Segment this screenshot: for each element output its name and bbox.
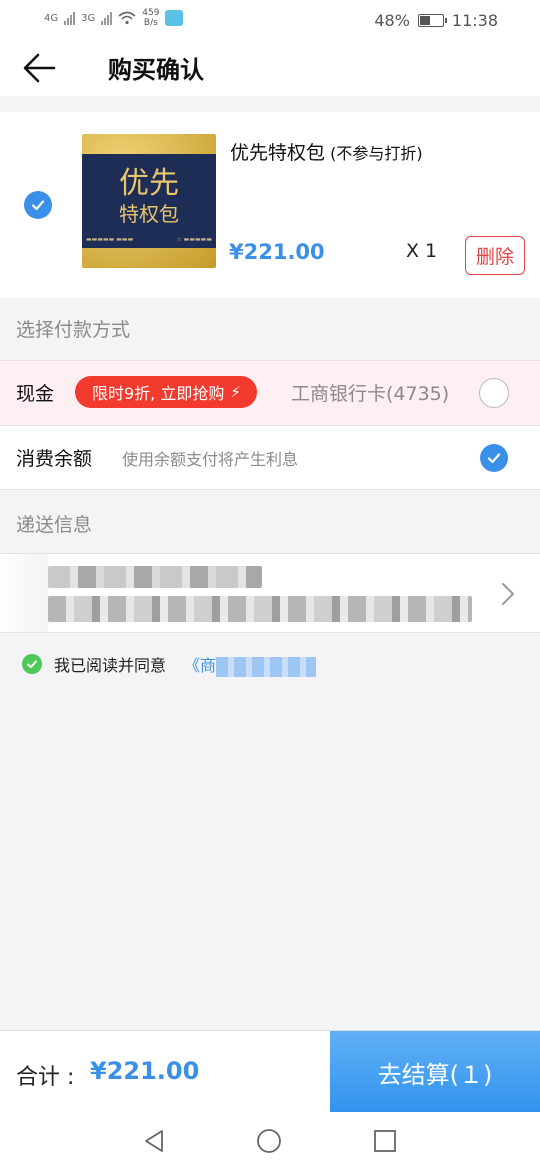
bank-card-radio[interactable] bbox=[479, 378, 509, 408]
product-price: ¥221.00 bbox=[229, 240, 325, 264]
promo-badge[interactable]: 限时9折, 立即抢购 ⚡ bbox=[75, 376, 257, 408]
address-name-redacted bbox=[48, 566, 262, 588]
agreement-link-text: 《商 bbox=[184, 656, 217, 675]
product-select-checkbox[interactable] bbox=[24, 191, 52, 219]
page-title: 购买确认 bbox=[108, 56, 204, 84]
back-button[interactable] bbox=[20, 48, 62, 88]
signal-icon bbox=[64, 11, 76, 25]
check-icon bbox=[31, 200, 45, 211]
system-nav-bar bbox=[0, 1112, 540, 1170]
payment-option-cash[interactable]: 现金 限时9折, 立即抢购 ⚡ 工商银行卡(4735) bbox=[0, 360, 540, 426]
battery-percent: 48% bbox=[374, 11, 410, 30]
bank-card-label: 工商银行卡(4735) bbox=[291, 383, 450, 405]
total-amount: ¥221.00 bbox=[90, 1057, 200, 1085]
product-image[interactable]: 优先 特权包 ▬▬▬▬▬ ▬▬▬ ☆ ▬▬▬▬▬ bbox=[82, 134, 216, 268]
total-label: 合计 : bbox=[16, 1065, 75, 1090]
address-detail-redacted bbox=[48, 596, 472, 622]
payment-option-balance[interactable]: 消费余额 使用余额支付将产生利息 bbox=[0, 426, 540, 490]
delivery-address-row[interactable] bbox=[0, 553, 540, 633]
product-image-fine-print: ☆ ▬▬▬▬▬ bbox=[176, 236, 212, 243]
network-speed-unit: B/s bbox=[143, 18, 158, 28]
delete-button[interactable]: 删除 bbox=[465, 236, 525, 275]
network-type-2: 3G bbox=[81, 12, 96, 24]
delivery-section-label: 递送信息 bbox=[16, 514, 93, 536]
agreement-link[interactable]: 《商 bbox=[184, 652, 317, 677]
promo-label: 限时9折, 立即抢购 bbox=[92, 384, 225, 403]
agreement-link-redacted bbox=[216, 656, 317, 677]
product-image-title: 优先 bbox=[119, 166, 179, 201]
clock: 11:38 bbox=[451, 11, 498, 30]
product-name-note: (不参与打折) bbox=[325, 144, 423, 163]
product-image-subtitle: 特权包 bbox=[119, 202, 179, 226]
nav-home-icon[interactable] bbox=[255, 1127, 283, 1155]
balance-label: 消费余额 bbox=[16, 448, 93, 470]
chevron-right-icon bbox=[502, 583, 514, 605]
product-image-banner: 优先 特权包 ▬▬▬▬▬ ▬▬▬ ☆ ▬▬▬▬▬ bbox=[82, 154, 216, 248]
payment-section-label: 选择付款方式 bbox=[16, 319, 131, 341]
check-icon bbox=[27, 660, 37, 669]
nav-recent-icon[interactable] bbox=[371, 1127, 399, 1155]
battery-level bbox=[419, 16, 430, 25]
network-speed: 459 B/s bbox=[142, 8, 159, 28]
product-image-footer: ▬▬▬▬▬ ▬▬▬ ☆ ▬▬▬▬▬ bbox=[86, 236, 212, 243]
signal-icon bbox=[101, 11, 113, 25]
network-type-1: 4G bbox=[44, 12, 59, 24]
product-quantity: X 1 bbox=[406, 240, 438, 262]
status-left: 4G 3G 459 B/s bbox=[44, 8, 184, 28]
product-name: 优先特权包 (不参与打折) bbox=[230, 138, 423, 165]
product-card: 优先 特权包 ▬▬▬▬▬ ▬▬▬ ☆ ▬▬▬▬▬ 优先特权包 (不参与打折) ¥2… bbox=[0, 112, 540, 298]
checkout-button[interactable]: 去结算(１) bbox=[330, 1031, 540, 1113]
product-name-text: 优先特权包 bbox=[230, 142, 326, 164]
balance-note: 使用余额支付将产生利息 bbox=[122, 450, 299, 469]
app-notification-icon bbox=[165, 10, 184, 26]
lightning-icon: ⚡ bbox=[230, 383, 241, 401]
network-speed-value: 459 bbox=[142, 8, 160, 18]
agreement-row[interactable]: 我已阅读并同意 《商 bbox=[22, 652, 317, 677]
battery-icon bbox=[417, 14, 447, 27]
product-image-fine-print: ▬▬▬▬▬ ▬▬▬ bbox=[86, 236, 134, 243]
header: 购买确认 bbox=[0, 42, 540, 96]
status-bar: 4G 3G 459 B/s 48% 11:38 bbox=[0, 0, 540, 42]
address-icon-blurred bbox=[0, 554, 48, 632]
cash-label: 现金 bbox=[16, 383, 55, 405]
check-icon bbox=[487, 453, 501, 464]
balance-checkbox[interactable] bbox=[480, 444, 508, 472]
wifi-icon bbox=[118, 11, 136, 25]
agreement-checkbox[interactable] bbox=[22, 654, 42, 675]
arrow-left-icon bbox=[23, 53, 56, 83]
nav-back-icon[interactable] bbox=[140, 1127, 168, 1155]
checkout-bar: 合计 : ¥221.00 去结算(１) bbox=[0, 1030, 540, 1113]
agreement-text: 我已阅读并同意 bbox=[54, 656, 167, 676]
status-right: 48% 11:38 bbox=[374, 11, 498, 30]
